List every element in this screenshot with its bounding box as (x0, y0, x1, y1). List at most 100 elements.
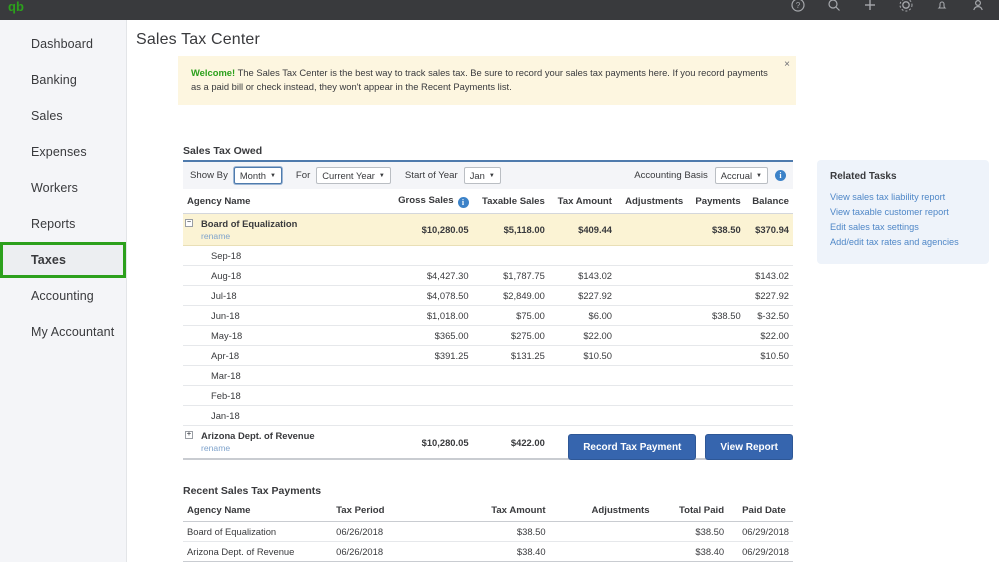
sidebar-item-accounting[interactable]: Accounting (0, 278, 126, 314)
bell-icon[interactable] (935, 0, 949, 12)
sales-tax-owed-actions: Record Tax Payment View Report (183, 434, 793, 460)
payments-cell (687, 405, 745, 427)
accounting-basis-select[interactable]: Accrual ▼ (714, 167, 768, 184)
view-report-button[interactable]: View Report (705, 434, 793, 460)
sidebar-item-sales[interactable]: Sales (0, 98, 126, 134)
recent-payments-table: Agency Name Tax Period Tax Amount Adjust… (183, 499, 793, 562)
sidebar-item-label: My Accountant (31, 325, 115, 339)
gear-icon[interactable] (899, 0, 913, 12)
sidebar-item-my-accountant[interactable]: My Accountant (0, 314, 126, 350)
table-row[interactable]: − Board of Equalization rename $10,280.0… (183, 213, 793, 247)
start-of-year-select[interactable]: Jan ▼ (463, 167, 501, 184)
table-row[interactable]: Aug-18 $4,427.30 $1,787.75 $143.02 $143.… (183, 265, 793, 287)
table-row[interactable]: Sep-18 (183, 245, 793, 267)
table-header-row: Agency Name Tax Period Tax Amount Adjust… (183, 499, 793, 522)
total-paid-cell: $38.40 (653, 541, 729, 562)
table-row[interactable]: Arizona Dept. of Revenue 06/26/2018 $38.… (183, 541, 793, 562)
column-header-paid-date: Paid Date (728, 499, 793, 522)
agency-name-cell: Board of Equalization (183, 521, 333, 542)
taxable-sales-cell (472, 365, 549, 387)
sidebar-item-label: Sales (31, 109, 63, 123)
tax-amount-cell: $38.40 (445, 541, 550, 562)
payments-cell (687, 265, 745, 287)
gross-sales-cell (388, 385, 473, 407)
sidebar-item-expenses[interactable]: Expenses (0, 134, 126, 170)
month-label-cell: Sep-18 (183, 245, 388, 267)
month-label-cell: Aug-18 (183, 265, 388, 287)
for-period-select[interactable]: Current Year ▼ (316, 167, 391, 184)
link-add-edit-tax-rates-and-agencies[interactable]: Add/edit tax rates and agencies (830, 235, 976, 250)
sidebar-item-label: Banking (31, 73, 77, 87)
column-header-tax-amount: Tax Amount (548, 189, 616, 214)
svg-text:?: ? (796, 1, 801, 10)
payments-cell (687, 345, 745, 367)
adjustments-cell (616, 245, 688, 267)
balance-cell: $370.94 (744, 213, 793, 247)
close-icon[interactable]: × (784, 60, 790, 70)
agency-name-cell: Arizona Dept. of Revenue (183, 541, 333, 562)
adjustments-cell (616, 265, 688, 287)
column-header-total-paid: Total Paid (653, 499, 729, 522)
user-icon[interactable] (971, 0, 985, 12)
tax-amount-cell: $143.02 (548, 265, 616, 287)
column-header-adjustments: Adjustments (616, 189, 688, 214)
sidebar-item-taxes[interactable]: Taxes (0, 242, 126, 278)
help-icon[interactable]: ? (791, 0, 805, 12)
recent-payments-table-body: Board of Equalization 06/26/2018 $38.50 … (183, 521, 793, 562)
chevron-down-icon: ▼ (488, 172, 495, 179)
quickbooks-logo[interactable]: qb (8, 0, 24, 13)
topbar-left-group: qb (8, 0, 24, 17)
table-row[interactable]: Jun-18 $1,018.00 $75.00 $6.00 $38.50 $-3… (183, 305, 793, 327)
balance-cell (744, 245, 793, 267)
table-row[interactable]: Mar-18 (183, 365, 793, 387)
table-row[interactable]: May-18 $365.00 $275.00 $22.00 $22.00 (183, 325, 793, 347)
table-row[interactable]: Feb-18 (183, 385, 793, 407)
plus-icon[interactable] (863, 0, 877, 12)
sales-tax-owed-table-head: Agency Name Gross Sales i Taxable Sales T… (183, 189, 793, 214)
sales-tax-owed-toolbar: Show By Month ▼ For Current Year ▼ Start… (183, 160, 793, 189)
column-header-agency-name: Agency Name (183, 499, 333, 522)
rename-link[interactable]: rename (201, 231, 384, 242)
column-header-taxable-sales: Taxable Sales (472, 189, 549, 214)
sidebar-item-workers[interactable]: Workers (0, 170, 126, 206)
table-row[interactable]: Apr-18 $391.25 $131.25 $10.50 $10.50 (183, 345, 793, 367)
table-row[interactable]: Board of Equalization 06/26/2018 $38.50 … (183, 521, 793, 542)
balance-cell: $143.02 (744, 265, 793, 287)
tax-period-cell: 06/26/2018 (332, 521, 446, 542)
sidebar-item-label: Expenses (31, 145, 87, 159)
sidebar-item-reports[interactable]: Reports (0, 206, 126, 242)
column-header-agency-name: Agency Name (183, 189, 388, 214)
related-tasks-panel: Related Tasks View sales tax liability r… (817, 160, 989, 264)
link-view-taxable-customer-report[interactable]: View taxable customer report (830, 205, 976, 220)
link-view-sales-tax-liability-report[interactable]: View sales tax liability report (830, 190, 976, 205)
info-icon[interactable]: i (775, 170, 786, 181)
column-header-payments: Payments (687, 189, 745, 214)
table-row[interactable]: Jul-18 $4,078.50 $2,849.00 $227.92 $227.… (183, 285, 793, 307)
payments-cell (687, 245, 745, 267)
adjustments-cell (616, 405, 688, 427)
info-icon[interactable]: i (457, 197, 469, 208)
top-navigation-bar: qb ? (0, 0, 999, 20)
main-content: Sales Tax Center × Welcome! The Sales Ta… (127, 20, 999, 562)
tax-amount-cell: $38.50 (445, 521, 550, 542)
related-tasks-title: Related Tasks (830, 171, 897, 182)
search-icon[interactable] (827, 0, 841, 12)
sidebar-item-dashboard[interactable]: Dashboard (0, 26, 126, 62)
taxable-sales-cell (472, 245, 549, 267)
link-edit-sales-tax-settings[interactable]: Edit sales tax settings (830, 220, 976, 235)
page-title: Sales Tax Center (136, 30, 260, 48)
tax-amount-cell (548, 365, 616, 387)
sidebar-item-banking[interactable]: Banking (0, 62, 126, 98)
gross-sales-cell: $10,280.05 (388, 213, 473, 247)
record-tax-payment-button[interactable]: Record Tax Payment (568, 434, 697, 460)
total-paid-cell: $38.50 (653, 521, 729, 542)
tax-amount-cell (548, 405, 616, 427)
balance-cell (744, 385, 793, 407)
payments-cell (687, 385, 745, 407)
collapse-icon[interactable]: − (185, 219, 193, 227)
show-by-select[interactable]: Month ▼ (233, 167, 282, 184)
adjustments-cell (616, 305, 688, 327)
sales-tax-owed-table: Agency Name Gross Sales i Taxable Sales T… (183, 189, 793, 460)
table-row[interactable]: Jan-18 (183, 405, 793, 427)
recent-payments-panel: Agency Name Tax Period Tax Amount Adjust… (183, 499, 793, 562)
